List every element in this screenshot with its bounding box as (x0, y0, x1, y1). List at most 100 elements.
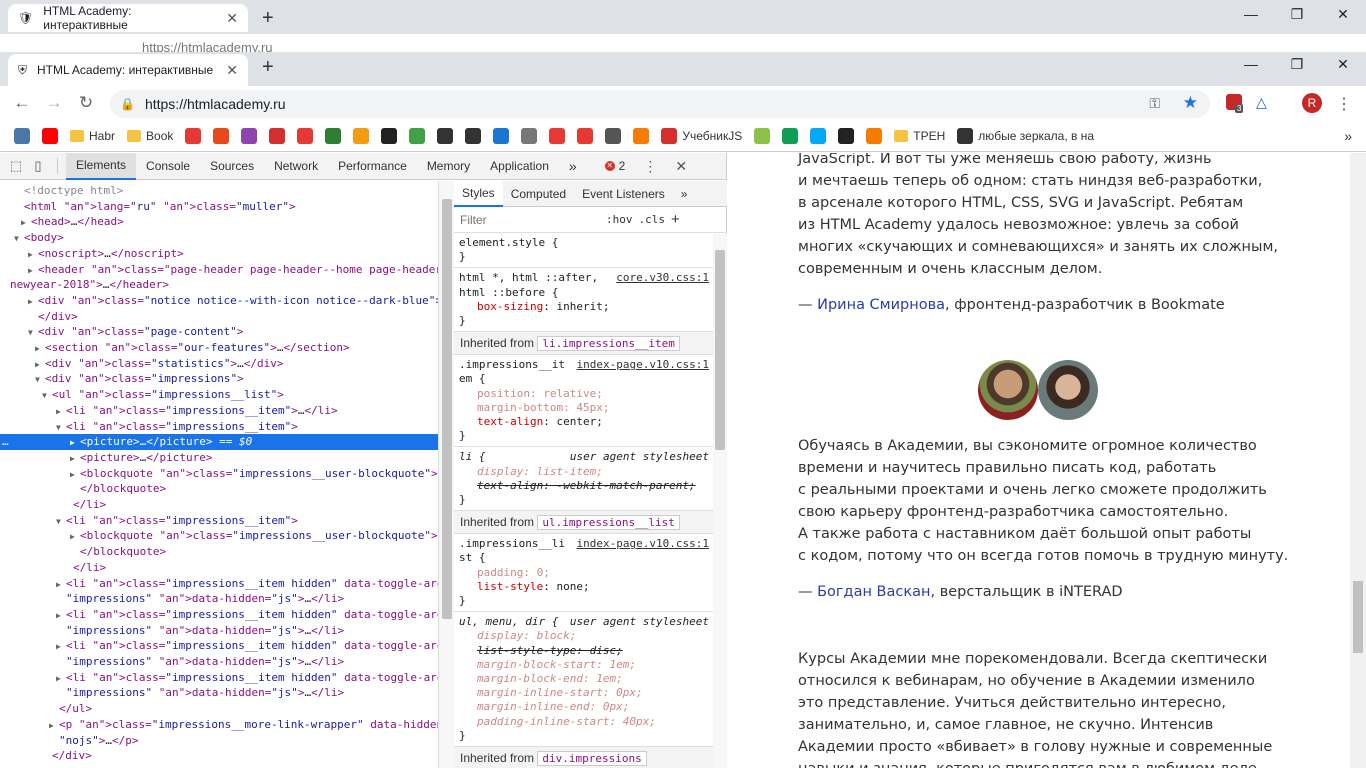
tab-computed[interactable]: Computed (503, 181, 574, 207)
bookmark-18[interactable] (571, 124, 599, 148)
bookmark-23[interactable] (776, 124, 804, 148)
scrollbar-thumb[interactable] (442, 199, 452, 619)
bookmark-star-icon[interactable]: ★ (1183, 93, 1198, 113)
dom-node[interactable]: "nojs">…</p> (0, 733, 438, 749)
rule-source-link[interactable]: core.v30.css:1 (616, 271, 709, 285)
address-bar[interactable]: 🔒 https://htmlacademy.ru ⚿ ★ (110, 90, 1210, 118)
close-tab-icon[interactable]: ✕ (226, 62, 238, 79)
inspect-icon[interactable]: ⬚ (5, 155, 27, 177)
dom-node[interactable]: ▶ <li "an">class="impressions__item hidde… (0, 670, 438, 686)
tab-event-listeners[interactable]: Event Listeners (574, 181, 673, 207)
minimize-icon[interactable]: — (1228, 56, 1274, 73)
ghost-tab[interactable]: 🛡 HTML Academy: интерактивные ✕ (8, 4, 248, 32)
dom-node[interactable]: ▼ <ul "an">class="impressions__list"> (0, 387, 438, 403)
menu-icon[interactable]: ⋮ (1336, 94, 1352, 114)
dom-node[interactable]: ▼ <div "an">class="page-content"> (0, 324, 438, 340)
more-style-tabs-icon[interactable]: » (673, 181, 696, 207)
devtools-menu-icon[interactable]: ⋮ (643, 158, 657, 175)
close-window-icon[interactable]: ✕ (1320, 56, 1366, 73)
minimize-icon[interactable]: — (1228, 6, 1274, 23)
tab-network[interactable]: Network (264, 153, 328, 180)
maximize-icon[interactable]: ❐ (1274, 56, 1320, 73)
reload-icon[interactable]: ↻ (70, 93, 102, 113)
dom-node[interactable]: ▶ <blockquote "an">class="impressions__us… (0, 466, 438, 482)
close-window-icon[interactable]: ✕ (1320, 6, 1366, 23)
tab-console[interactable]: Console (136, 153, 200, 180)
bookmark-11[interactable] (375, 124, 403, 148)
bookmark-15[interactable] (487, 124, 515, 148)
dom-node[interactable]: ▶ <noscript>…</noscript> (0, 246, 438, 262)
tab-application[interactable]: Application (480, 153, 559, 180)
declaration[interactable]: list-style: none; (459, 580, 722, 594)
scrollbar-thumb[interactable] (715, 250, 725, 450)
page-scrollbar[interactable] (1350, 153, 1366, 768)
dom-node[interactable]: </div> (0, 748, 438, 764)
bookmark-3[interactable]: Book (121, 124, 179, 148)
dom-node[interactable]: </li> (0, 497, 438, 513)
declaration[interactable]: margin-bottom: 45px; (459, 401, 722, 415)
bookmark-20[interactable] (627, 124, 655, 148)
hov-button[interactable]: :hov (606, 213, 633, 226)
bookmark-25[interactable] (832, 124, 860, 148)
dom-node[interactable]: newyear-2018">…</header> (0, 277, 438, 293)
dom-node[interactable]: "impressions" "an">data-hidden="js">…</l… (0, 591, 438, 607)
declaration[interactable]: box-sizing: inherit; (459, 300, 722, 314)
bookmark-9[interactable] (319, 124, 347, 148)
new-tab-button[interactable]: + (262, 56, 274, 79)
style-rule[interactable]: core.v30.css:1 html *, html ::after, htm… (454, 268, 727, 333)
user-agent-rule[interactable]: user agent stylesheet li { display: list… (454, 447, 727, 512)
dom-node[interactable]: ▼ <body> (0, 230, 438, 246)
dom-node[interactable]: <html "an">lang="ru" "an">class="muller"… (0, 199, 438, 215)
bookmark-27[interactable]: ТРЕН (888, 124, 951, 148)
dom-node[interactable]: ▼ <li "an">class="impressions__item"> (0, 419, 438, 435)
dom-node[interactable]: </ul> (0, 701, 438, 717)
style-rule[interactable]: index-page.v10.css:1 .impressions__li st… (454, 534, 727, 613)
dom-node[interactable]: ▶ <div "an">class="notice notice--with-ic… (0, 293, 438, 309)
bookmark-8[interactable] (291, 124, 319, 148)
more-bookmarks-icon[interactable]: » (1344, 128, 1352, 144)
bookmark-24[interactable] (804, 124, 832, 148)
dom-node[interactable]: "impressions" "an">data-hidden="js">…</l… (0, 685, 438, 701)
maximize-icon[interactable]: ❐ (1274, 6, 1320, 23)
dom-node[interactable]: ▶ <li "an">class="impressions__item hidde… (0, 576, 438, 592)
dom-node[interactable]: </blockquote> (0, 481, 438, 497)
dom-node[interactable]: "impressions" "an">data-hidden="js">…</l… (0, 654, 438, 670)
dom-node[interactable]: ▼ <div "an">class="impressions"> (0, 371, 438, 387)
user-agent-rule[interactable]: user agent stylesheet ul, menu, dir { di… (454, 612, 727, 748)
bookmark-4[interactable] (179, 124, 207, 148)
bookmark-26[interactable] (860, 124, 888, 148)
bookmark-17[interactable] (543, 124, 571, 148)
tab-styles[interactable]: Styles (454, 181, 503, 207)
profile-avatar[interactable]: R (1302, 93, 1322, 113)
active-tab[interactable]: ⛨ HTML Academy: интерактивные ✕ (8, 54, 248, 86)
dom-node[interactable]: ▶ <blockquote "an">class="impressions__us… (0, 528, 438, 544)
close-devtools-icon[interactable]: ✕ (675, 158, 687, 175)
declaration[interactable]: position: relative; (459, 387, 722, 401)
declaration[interactable]: padding: 0; (459, 566, 722, 580)
dom-node[interactable]: ▶ <section "an">class="our-features">…</s… (0, 340, 438, 356)
bookmark-21[interactable]: УчебникJS (655, 124, 748, 148)
dom-node[interactable]: ▼ <li "an">class="impressions__item"> (0, 513, 438, 529)
dom-node[interactable]: <!doctype html> (0, 183, 438, 199)
forward-icon[interactable]: → (38, 93, 70, 113)
add-rule-button[interactable]: + (671, 211, 680, 228)
tab-sources[interactable]: Sources (200, 153, 264, 180)
styles-filter-input[interactable] (460, 212, 600, 227)
device-toolbar-icon[interactable]: ▯ (27, 155, 49, 177)
key-icon[interactable]: ⚿ (1149, 95, 1160, 112)
error-counter[interactable]: ✕ 2 (604, 159, 625, 173)
elements-scrollbar[interactable] (438, 181, 454, 768)
bookmark-0[interactable] (8, 124, 36, 148)
back-icon[interactable]: ← (6, 93, 38, 113)
bookmark-2[interactable]: Habr (64, 124, 121, 148)
bookmark-19[interactable] (599, 124, 627, 148)
new-tab-button[interactable]: + (262, 7, 274, 30)
bookmark-1[interactable] (36, 124, 64, 148)
dom-node[interactable]: </blockquote> (0, 544, 438, 560)
bookmark-14[interactable] (459, 124, 487, 148)
bookmark-7[interactable] (263, 124, 291, 148)
cls-button[interactable]: .cls (639, 213, 666, 226)
rule-source-link[interactable]: index-page.v10.css:1 (577, 537, 709, 551)
dom-node[interactable]: ▶ <li "an">class="impressions__item hidde… (0, 638, 438, 654)
bookmark-10[interactable] (347, 124, 375, 148)
